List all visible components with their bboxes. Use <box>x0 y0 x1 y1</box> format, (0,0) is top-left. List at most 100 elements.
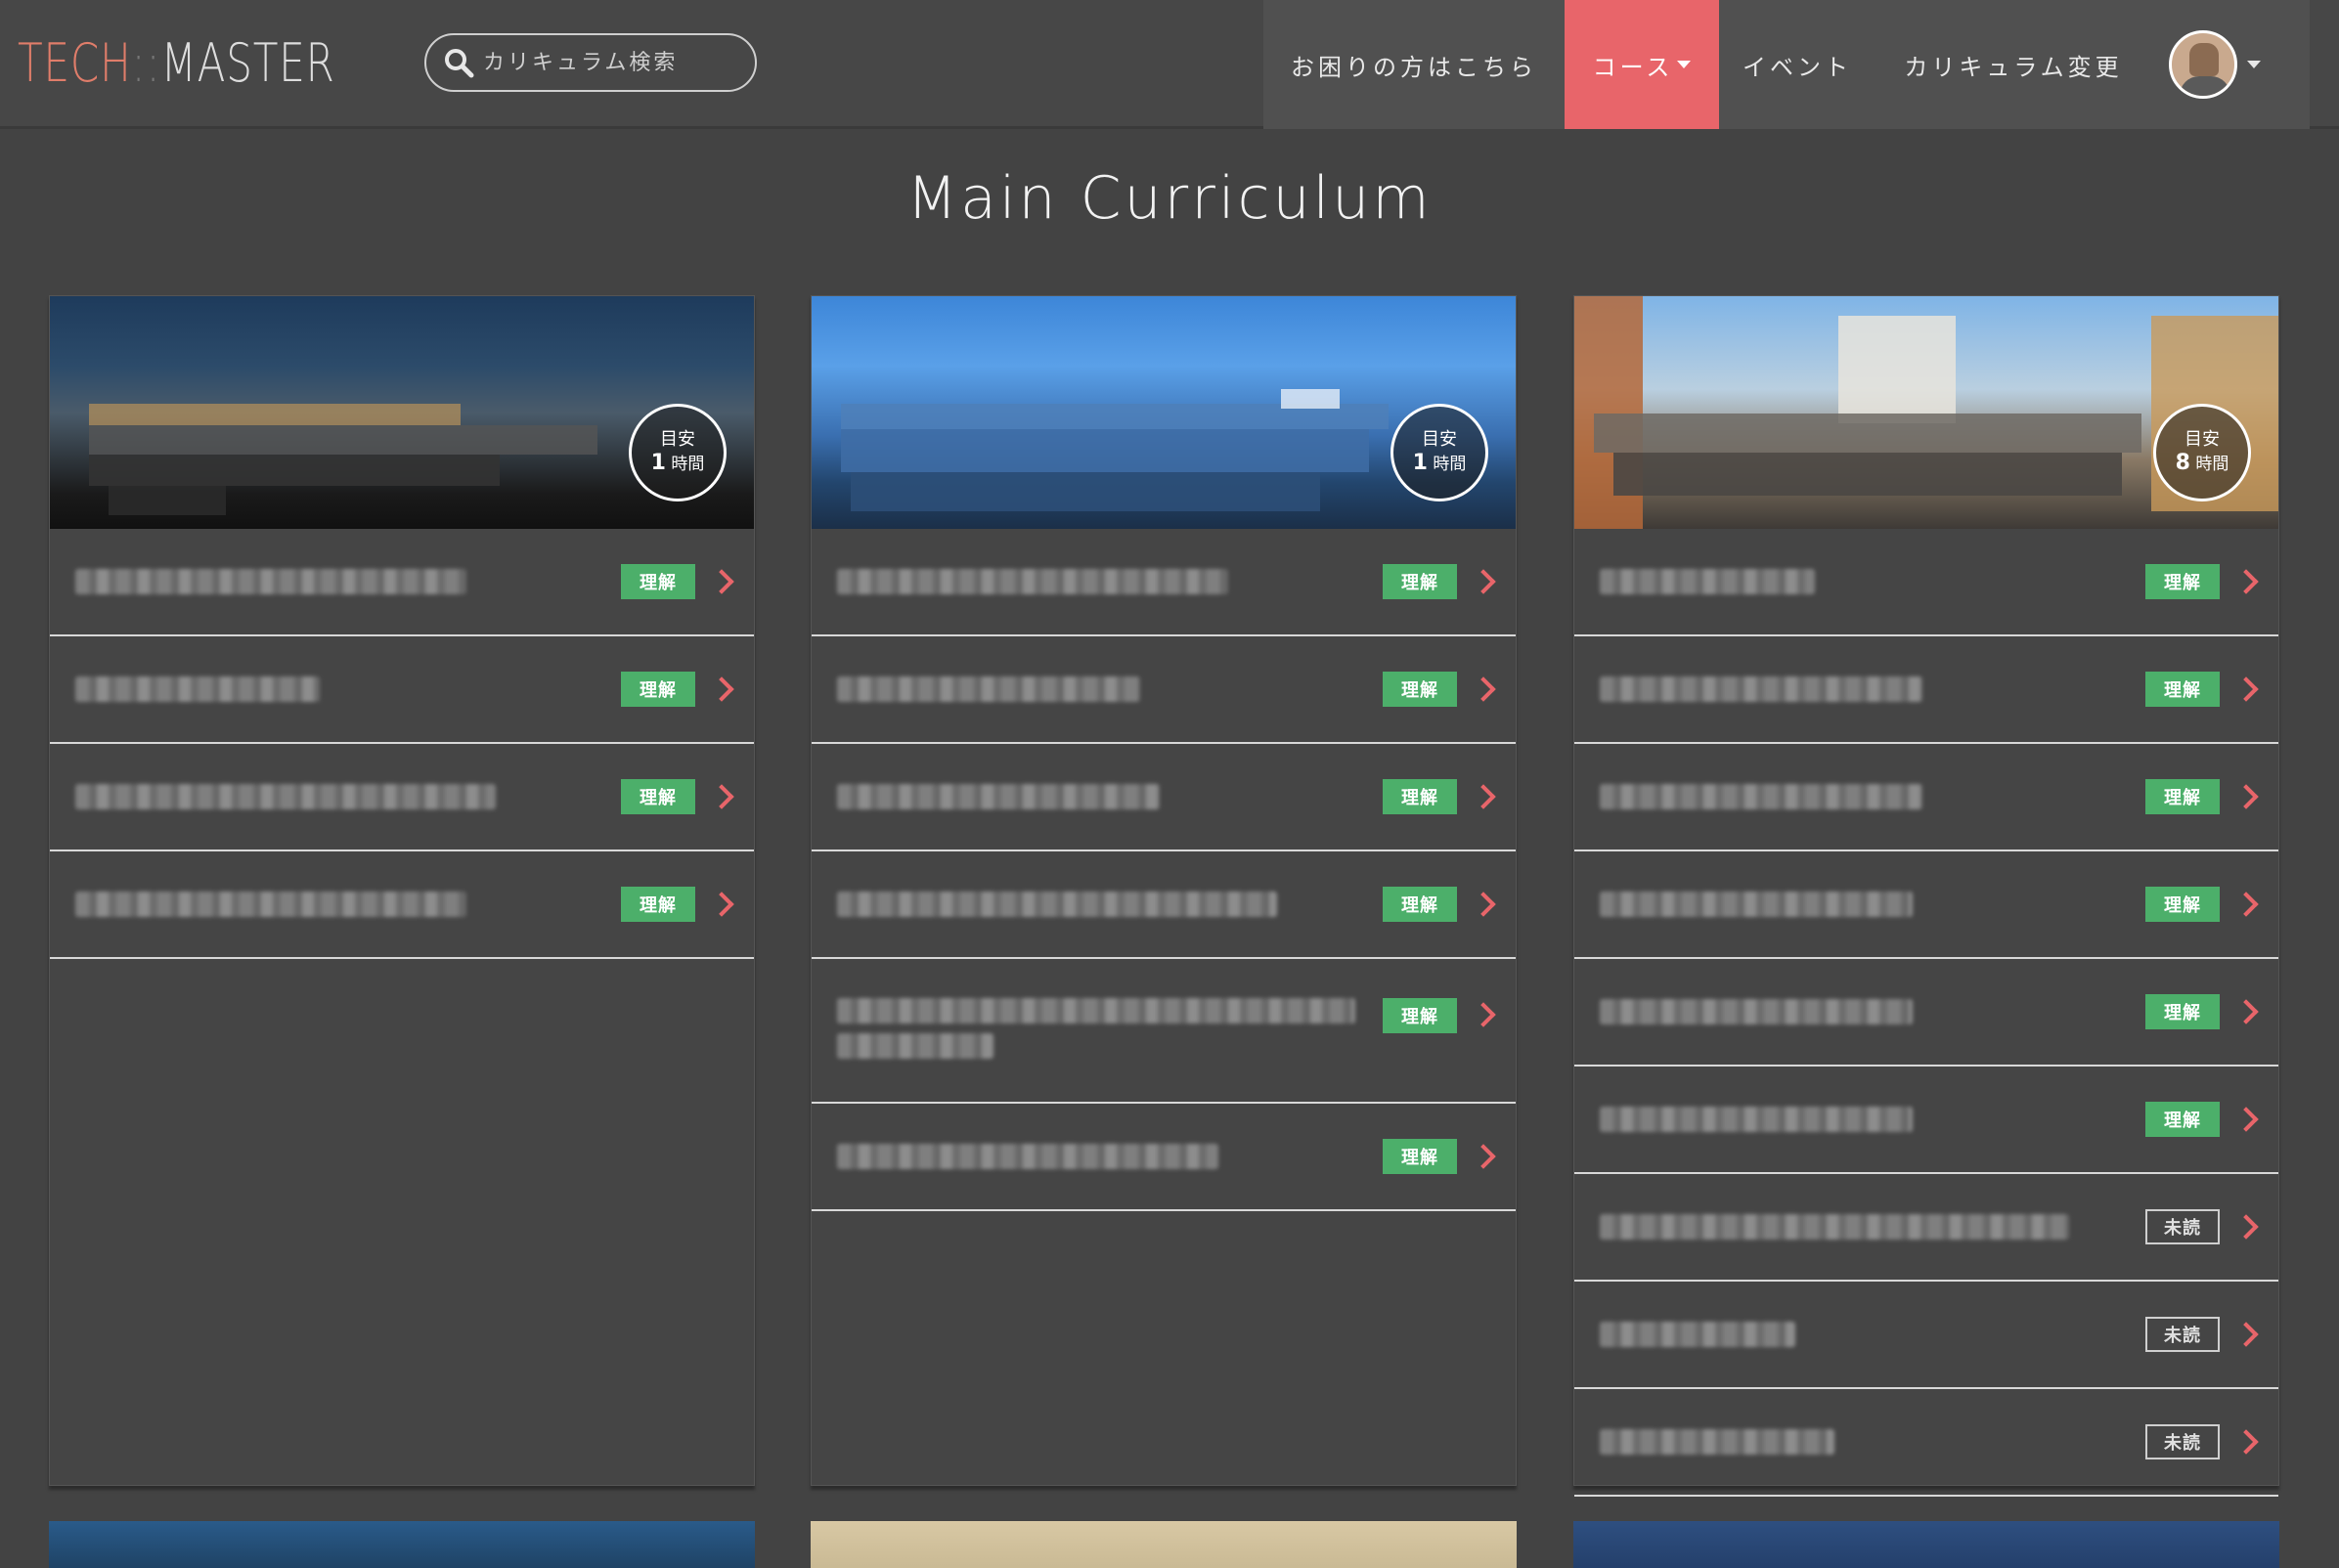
course-card: 目安 8 時間 理解 理解 理解 理解 理解 理解 未読 未読 未読 <box>1573 295 2279 1497</box>
lesson-row[interactable]: 理解 <box>50 636 754 744</box>
chevron-right-icon <box>1471 892 1496 917</box>
status-badge: 未読 <box>2145 1424 2220 1459</box>
badge-unit: 時間 <box>1433 454 1467 474</box>
status-badge: 理解 <box>2145 1102 2220 1137</box>
badge-label: 目安 <box>1422 429 1457 450</box>
chevron-right-icon <box>709 569 734 594</box>
chevron-right-icon <box>709 784 734 809</box>
lesson-list: 理解 理解 理解 理解 <box>50 529 754 959</box>
course-hero-image[interactable]: 目安 1 時間 <box>50 296 754 529</box>
user-menu[interactable] <box>2169 30 2261 99</box>
techmaster-logo[interactable]: TECH::MASTER <box>18 29 335 98</box>
chevron-right-icon <box>2233 1214 2259 1240</box>
status-badge: 未読 <box>2145 1317 2220 1352</box>
nav-course-label: コース <box>1592 53 1674 81</box>
lesson-row[interactable]: 理解 <box>1574 744 2278 851</box>
chevron-right-icon <box>2233 1107 2259 1132</box>
lesson-row[interactable]: 理解 <box>812 959 1516 1104</box>
chevron-right-icon <box>2233 1322 2259 1347</box>
nav-course-dropdown[interactable]: コース <box>1565 0 1719 129</box>
badge-hours: 1 <box>1412 450 1428 475</box>
lesson-row[interactable]: 理解 <box>812 529 1516 636</box>
chevron-right-icon <box>1471 784 1496 809</box>
lesson-list: 理解 理解 理解 理解 理解 理解 <box>812 529 1516 1211</box>
lesson-row[interactable]: 理解 <box>1574 959 2278 1067</box>
logo-tech-text: TECH <box>18 32 132 94</box>
logo-separator: :: <box>131 32 161 94</box>
course-card: 目安 1 時間 理解 理解 理解 理解 <box>49 295 755 1486</box>
lesson-list: 理解 理解 理解 理解 理解 理解 未読 未読 未読 <box>1574 529 2278 1497</box>
duration-badge: 目安 1 時間 <box>1390 404 1488 501</box>
lesson-row[interactable]: 理解 <box>812 851 1516 959</box>
caret-down-icon <box>1677 61 1692 68</box>
chevron-right-icon <box>1471 569 1496 594</box>
course-card-next[interactable] <box>1573 1521 2279 1568</box>
search-icon <box>445 49 474 78</box>
avatar[interactable] <box>2169 30 2237 99</box>
badge-label: 目安 <box>660 429 695 450</box>
lesson-row[interactable]: 理解 <box>1574 636 2278 744</box>
status-badge: 理解 <box>1383 887 1457 922</box>
status-badge: 理解 <box>2145 779 2220 814</box>
caret-down-icon <box>2247 61 2261 68</box>
lesson-row[interactable]: 理解 <box>1574 851 2278 959</box>
chevron-right-icon <box>1471 1144 1496 1169</box>
status-badge: 理解 <box>1383 672 1457 707</box>
lesson-row[interactable]: 理解 <box>50 529 754 636</box>
chevron-right-icon <box>709 892 734 917</box>
status-badge: 理解 <box>2145 994 2220 1029</box>
chevron-right-icon <box>2233 784 2259 809</box>
lesson-row[interactable]: 未読 <box>1574 1389 2278 1497</box>
lesson-row[interactable]: 理解 <box>812 744 1516 851</box>
lesson-row[interactable]: 理解 <box>1574 529 2278 636</box>
chevron-right-icon <box>1471 1002 1496 1027</box>
chevron-right-icon <box>2233 676 2259 702</box>
badge-unit: 時間 <box>671 454 705 474</box>
course-hero-image[interactable]: 目安 8 時間 <box>1574 296 2278 529</box>
nav-event-label: イベント <box>1743 53 1852 81</box>
status-badge: 理解 <box>621 887 695 922</box>
duration-badge: 目安 1 時間 <box>629 404 727 501</box>
status-badge: 理解 <box>621 779 695 814</box>
nav-curriculum-change[interactable]: カリキュラム変更 <box>1876 0 2151 129</box>
status-badge: 理解 <box>621 564 695 599</box>
status-badge: 理解 <box>1383 1139 1457 1174</box>
lesson-row[interactable]: 理解 <box>812 636 1516 744</box>
course-hero-image[interactable]: 目安 1 時間 <box>812 296 1516 529</box>
nav-help[interactable]: お困りの方はこちら <box>1263 0 1565 129</box>
page-title: Main Curriculum <box>906 164 1433 233</box>
status-badge: 理解 <box>2145 564 2220 599</box>
course-card-next[interactable] <box>49 1521 755 1568</box>
status-badge: 理解 <box>1383 564 1457 599</box>
badge-hours: 1 <box>650 450 666 475</box>
chevron-right-icon <box>2233 999 2259 1024</box>
status-badge: 理解 <box>2145 887 2220 922</box>
chevron-right-icon <box>2233 1429 2259 1455</box>
chevron-right-icon <box>2233 569 2259 594</box>
top-navbar: TECH::MASTER お困りの方はこちら コース イベント カリキュラム変更 <box>0 0 2339 129</box>
lesson-row[interactable]: 理解 <box>812 1104 1516 1211</box>
curriculum-search-box[interactable] <box>424 33 757 92</box>
status-badge: 理解 <box>1383 998 1457 1033</box>
duration-badge: 目安 8 時間 <box>2153 404 2251 501</box>
nav-event[interactable]: イベント <box>1719 0 1876 129</box>
chevron-right-icon <box>2233 892 2259 917</box>
lesson-row[interactable]: 理解 <box>1574 1067 2278 1174</box>
status-badge: 理解 <box>2145 672 2220 707</box>
badge-label: 目安 <box>2185 429 2220 450</box>
status-badge: 未読 <box>2145 1209 2220 1244</box>
lesson-row[interactable]: 理解 <box>50 851 754 959</box>
status-badge: 理解 <box>621 672 695 707</box>
badge-unit: 時間 <box>2195 454 2229 474</box>
lesson-row[interactable]: 未読 <box>1574 1282 2278 1389</box>
logo-master-text: MASTER <box>160 32 335 94</box>
course-card: 目安 1 時間 理解 理解 理解 理解 理解 理解 <box>811 295 1517 1486</box>
course-card-next[interactable] <box>811 1521 1517 1568</box>
lesson-row[interactable]: 未読 <box>1574 1174 2278 1282</box>
chevron-right-icon <box>1471 676 1496 702</box>
lesson-row[interactable]: 理解 <box>50 744 754 851</box>
badge-hours: 8 <box>2175 450 2190 475</box>
status-badge: 理解 <box>1383 779 1457 814</box>
chevron-right-icon <box>709 676 734 702</box>
search-input[interactable] <box>483 50 737 75</box>
